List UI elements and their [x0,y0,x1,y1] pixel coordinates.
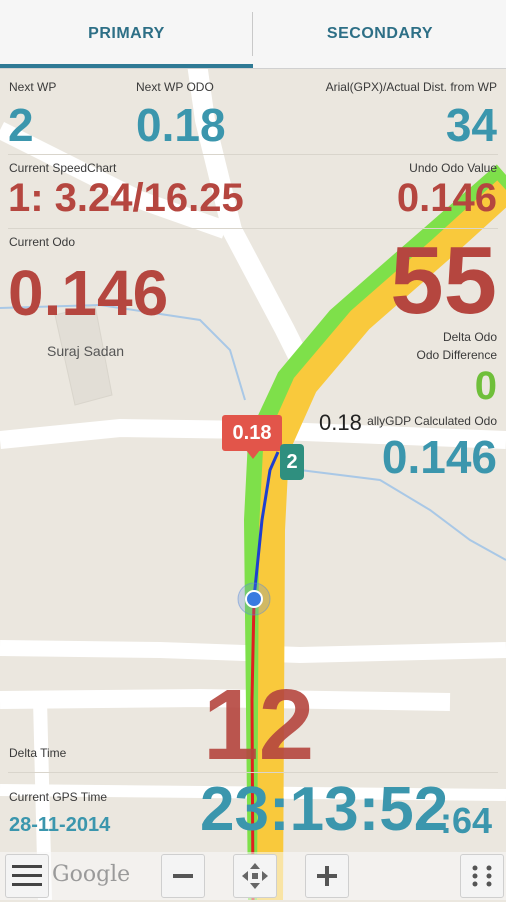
divider [8,772,498,773]
waypoint-marker[interactable]: 2 [280,444,304,480]
rally-gdp-label: allyGDP Calculated Odo [367,414,497,428]
current-odo-label: Current Odo [9,235,76,249]
arial-dist-value: 34 [445,99,497,151]
move-icon [242,863,268,889]
next-wp-label: Next WP [9,80,57,94]
current-speed-chart-label: Current SpeedChart [9,161,117,175]
delta-odo-label: Delta Odo [442,330,497,344]
odo-difference-value: 0 [474,364,497,408]
gps-time-seconds: :64 [440,800,493,841]
tab-secondary[interactable]: SECONDARY [254,0,506,68]
tab-divider [252,12,253,56]
overflow-button[interactable] [460,854,504,898]
overflow-icon [472,865,492,887]
delta-time-label: Delta Time [9,746,67,760]
zoom-in-icon [317,866,337,886]
current-odo-value: 0.146 [8,257,169,329]
arial-dist-label: Arial(GPX)/Actual Dist. from WP [325,80,497,94]
gps-time-label: Current GPS Time [9,790,108,804]
next-wp-odo-value: 0.18 [136,99,226,151]
gps-time-value: 23:13:52 [200,775,449,844]
divider [8,154,498,155]
next-wp-value: 2 [8,99,34,151]
undo-odo-value: 0.146 [396,176,497,220]
undo-odo-label: Undo Odo Value [409,161,497,175]
next-wp-odo-label: Next WP ODO [136,80,214,94]
tab-indicator [0,64,253,68]
menu-icon [12,865,42,886]
delta-time-value: 12 [203,669,315,781]
tab-bar: PRIMARY SECONDARY [0,0,506,69]
zoom-in-button[interactable] [305,854,349,898]
odo-marker-pointer [246,450,260,459]
rally-gdp-value: 0.146 [381,431,497,483]
map-place-label: Suraj Sadan [47,343,125,359]
move-button[interactable] [233,854,277,898]
google-logo: Google [52,862,131,887]
zoom-out-button[interactable] [161,854,205,898]
zoom-out-icon [173,874,193,878]
gps-date-value: 28-11-2014 [9,814,111,836]
menu-button[interactable] [5,854,49,898]
current-speed-chart-value: 1: 3.24/16.25 [8,176,244,220]
odo-marker[interactable]: 0.18 [222,415,282,451]
odo-difference-label: Odo Difference [416,348,498,362]
tab-primary[interactable]: PRIMARY [0,0,253,68]
map-odo-readout: 0.18 [319,410,362,435]
speed-big-value: 55 [390,227,497,334]
